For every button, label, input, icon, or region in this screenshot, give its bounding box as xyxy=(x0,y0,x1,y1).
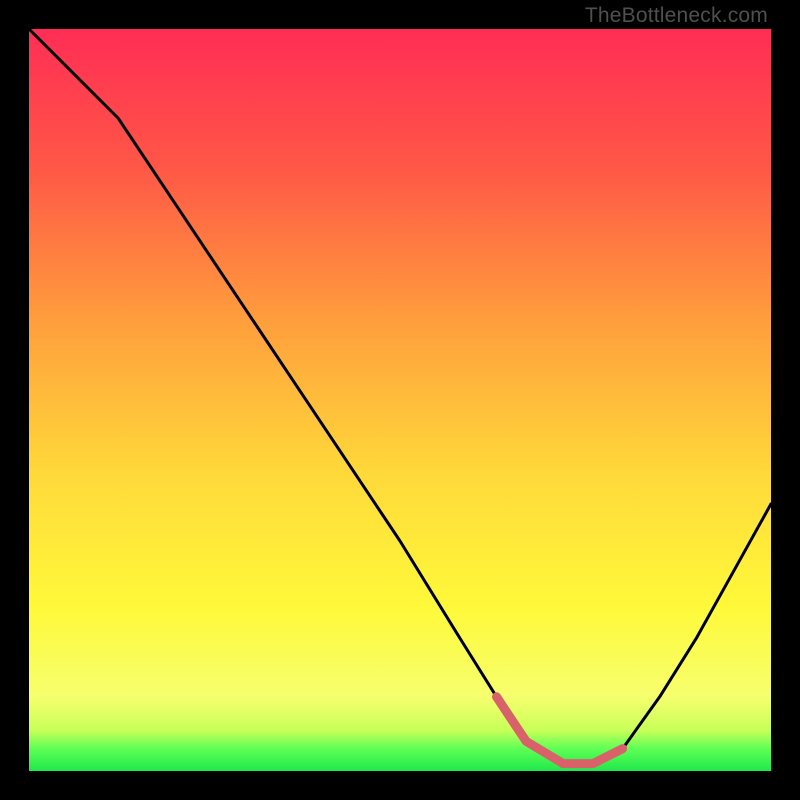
chart-svg xyxy=(29,29,771,771)
chart-frame xyxy=(29,29,771,771)
gradient-background xyxy=(29,29,771,771)
watermark-text: TheBottleneck.com xyxy=(585,4,768,28)
